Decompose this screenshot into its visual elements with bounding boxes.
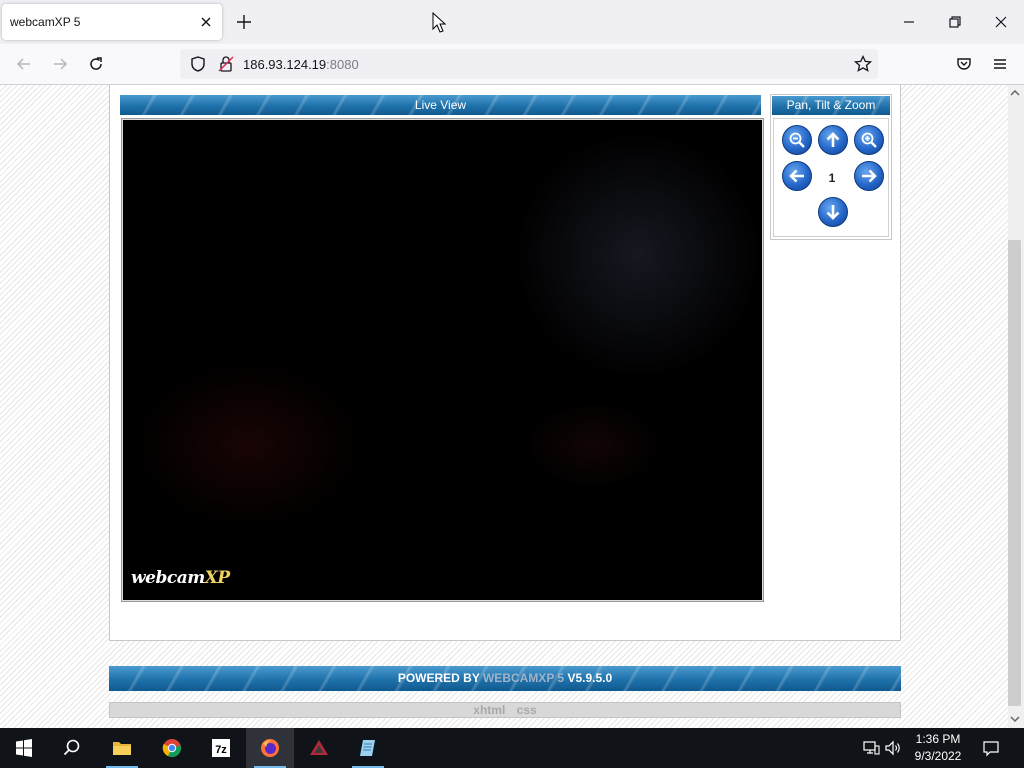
reload-icon[interactable] [86, 54, 106, 74]
minimize-window-icon[interactable] [899, 12, 919, 32]
forward-arrow-icon[interactable] [50, 54, 70, 74]
scroll-up-arrow-icon[interactable] [1009, 87, 1021, 99]
url-host: 186.93.124.19 [243, 57, 327, 72]
chrome-icon [162, 739, 182, 758]
notification-center-icon[interactable] [982, 739, 1000, 757]
page-viewport: Live View webcamXP Pan, Tilt & Zoom 1 PO… [0, 85, 1008, 728]
mouse-cursor-icon [432, 11, 448, 34]
taskbar-chrome[interactable] [148, 728, 196, 768]
browser-tab-active[interactable]: webcamXP 5 [2, 4, 222, 40]
search-button[interactable] [48, 728, 96, 768]
video-dim-area [133, 360, 363, 530]
close-window-icon[interactable] [991, 12, 1011, 32]
notepad-icon [360, 740, 375, 756]
file-explorer-icon [113, 742, 131, 755]
scroll-down-arrow-icon[interactable] [1009, 713, 1021, 725]
video-dim-area [523, 400, 663, 490]
zoom-out-icon [789, 132, 805, 148]
svg-text:7z: 7z [215, 744, 227, 756]
address-bar[interactable]: 186.93.124.19:8080 [180, 49, 878, 79]
insecure-lock-icon[interactable] [216, 54, 236, 74]
ptz-controls: 1 [773, 118, 889, 237]
arrow-right-icon [862, 169, 877, 183]
footer-powered-by: POWERED BY [397, 671, 480, 685]
new-tab-icon[interactable] [234, 12, 254, 32]
ptz-header: Pan, Tilt & Zoom [772, 96, 890, 115]
pan-left-button[interactable] [782, 161, 812, 191]
restore-window-icon[interactable] [945, 12, 965, 32]
clock-time: 1:36 PM [915, 732, 961, 746]
taskbar-app-triangle[interactable] [295, 728, 343, 768]
taskbar-app-notepad[interactable] [344, 728, 392, 768]
tilt-up-button[interactable] [818, 125, 848, 155]
taskbar-firefox[interactable] [246, 728, 294, 768]
webcamxp-watermark-logo: webcamXP [131, 568, 230, 588]
firefox-icon [261, 739, 279, 757]
css-link[interactable]: css [517, 703, 537, 717]
windows-taskbar: 7z 1:36 PM 9/3/2022 [0, 728, 1024, 768]
network-icon[interactable] [862, 739, 880, 757]
zoom-out-button[interactable] [782, 125, 812, 155]
tab-close-icon[interactable] [196, 12, 216, 32]
live-view-header: Live View [120, 95, 761, 115]
ptz-panel: Pan, Tilt & Zoom 1 [770, 94, 892, 240]
tracking-shield-icon[interactable] [188, 54, 208, 74]
back-arrow-icon[interactable] [14, 54, 34, 74]
arrow-down-icon [826, 205, 840, 220]
scrollbar-thumb[interactable] [1008, 240, 1021, 706]
bookmark-star-icon[interactable] [853, 54, 873, 74]
arrow-left-icon [789, 169, 804, 183]
taskbar-7zip[interactable]: 7z [197, 728, 245, 768]
zoom-in-icon [861, 132, 877, 148]
url-port: :8080 [326, 57, 359, 72]
arrow-up-icon [826, 132, 840, 147]
7zip-icon: 7z [212, 739, 230, 757]
footer-version: V5.9.5.0 [567, 671, 613, 685]
taskbar-file-explorer[interactable] [98, 728, 146, 768]
tab-title: webcamXP 5 [10, 15, 81, 29]
start-button[interactable] [0, 728, 48, 768]
live-video-frame: webcamXP [121, 118, 764, 602]
video-dim-area [513, 130, 762, 380]
clock-date: 9/3/2022 [914, 749, 962, 763]
tilt-down-button[interactable] [818, 197, 848, 227]
ptz-preset-number: 1 [828, 171, 836, 185]
windows-logo-icon [16, 739, 32, 757]
triangle-app-icon [310, 740, 328, 755]
footer-brand-link[interactable]: WEBCAMXP 5 [483, 671, 564, 685]
system-clock[interactable]: 1:36 PM 9/3/2022 [902, 731, 974, 765]
validation-links: xhtml css [109, 702, 901, 718]
zoom-in-button[interactable] [854, 125, 884, 155]
search-icon [63, 739, 80, 756]
url-text: 186.93.124.19:8080 [243, 57, 359, 72]
live-video-stream[interactable]: webcamXP [123, 120, 762, 600]
browser-tab-bar: webcamXP 5 [0, 0, 1024, 44]
powered-by-footer: POWERED BY WEBCAMXP 5 V5.9.5.0 [109, 666, 901, 691]
pan-right-button[interactable] [854, 161, 884, 191]
pocket-icon[interactable] [954, 54, 974, 74]
xhtml-link[interactable]: xhtml [473, 703, 505, 717]
app-menu-icon[interactable] [990, 54, 1010, 74]
browser-nav-bar: 186.93.124.19:8080 [0, 44, 1024, 85]
volume-icon[interactable] [884, 739, 902, 757]
